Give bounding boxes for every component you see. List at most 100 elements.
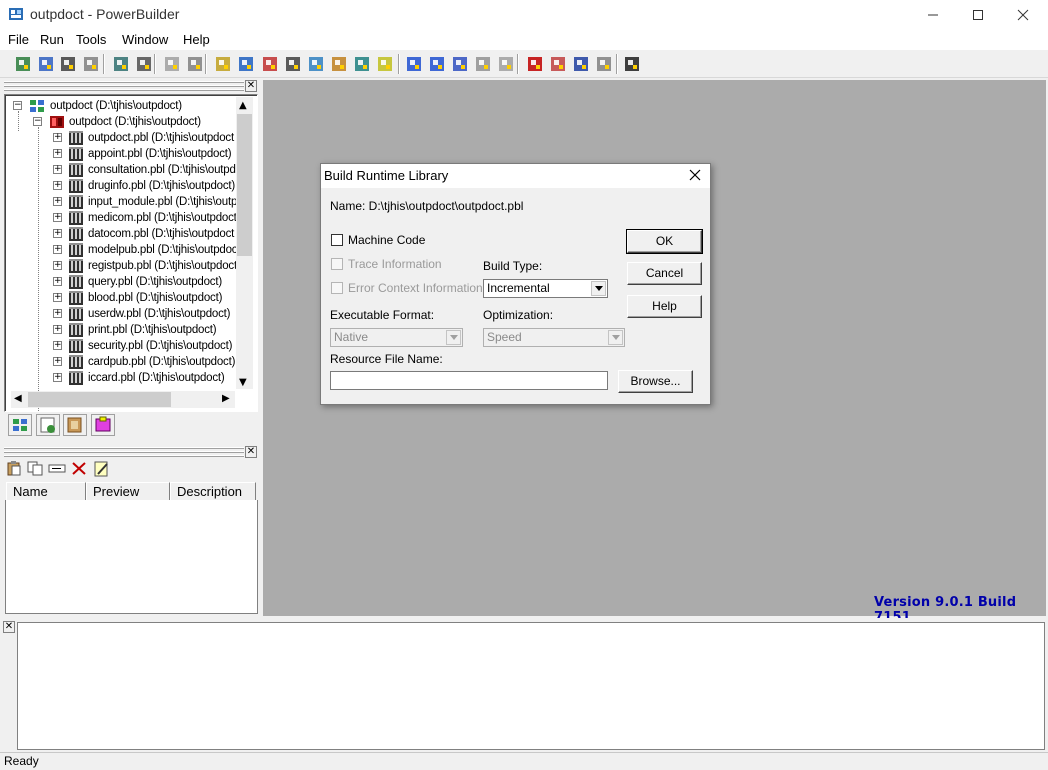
menu-file[interactable]: File [8,32,29,47]
menu-run[interactable]: Run [40,32,64,47]
tree-item-library[interactable]: modelpub.pbl (D:\tjhis\outpdoc [88,242,238,258]
column-header-name[interactable]: Name [6,482,86,501]
edit-icon[interactable] [374,53,396,75]
menu-tools[interactable]: Tools [76,32,106,47]
minimize-button[interactable] [910,0,956,30]
deploy-icon[interactable] [426,53,448,75]
edit-icon[interactable] [92,460,110,477]
tree-item-library[interactable]: cardpub.pbl (D:\tjhis\outpdoct) [88,354,235,370]
tree-item-library[interactable]: query.pbl (D:\tjhis\outpdoct) [88,274,222,290]
library-expander[interactable]: + [53,197,62,206]
library-expander[interactable]: + [53,373,62,382]
tree-item-library[interactable]: appoint.pbl (D:\tjhis\outpdoct) [88,146,232,162]
library-expander[interactable]: + [53,149,62,158]
tree-item-library[interactable]: security.pbl (D:\tjhis\outpdoct) [88,338,232,354]
exit-icon[interactable] [621,53,643,75]
tab-tree-view[interactable] [8,414,32,436]
tree-item-library[interactable]: datocom.pbl (D:\tjhis\outpdoct [88,226,234,242]
browser-icon[interactable] [80,53,102,75]
library-expander[interactable]: + [53,277,62,286]
maximize-button[interactable] [955,0,1001,30]
column-header-preview[interactable]: Preview [86,482,170,501]
object-list[interactable] [5,500,258,614]
tree-item-workspace[interactable]: outpdoct (D:\tjhis\outpdoct) [50,98,182,114]
library-expander[interactable]: + [53,133,62,142]
help-button[interactable]: Help [627,295,702,318]
build-type-select[interactable]: Incremental [483,279,608,298]
library-expander[interactable]: + [53,229,62,238]
library-expander[interactable]: + [53,165,62,174]
copy-icon[interactable] [26,460,44,477]
library-expander[interactable]: + [53,181,62,190]
stop-icon[interactable] [524,53,546,75]
database-icon[interactable] [282,53,304,75]
library-expander[interactable]: + [53,293,62,302]
pipeline-icon[interactable] [305,53,327,75]
close-button[interactable] [1000,0,1046,30]
tree-item-library[interactable]: blood.pbl (D:\tjhis\outpdoct) [88,290,222,306]
script-icon[interactable] [235,53,257,75]
library-expander[interactable]: + [53,261,62,270]
trace-information-checkbox[interactable] [331,258,343,270]
tree-item-library[interactable]: druginfo.pbl (D:\tjhis\outpdoct) [88,178,235,194]
tree-item-library[interactable]: consultation.pbl (D:\tjhis\outpd [88,162,236,178]
error-context-label[interactable]: Error Context Information [348,281,483,295]
column-header-description[interactable]: Description [170,482,256,501]
tree-vertical-scroll-thumb[interactable] [237,114,252,256]
layout-icon-1[interactable] [110,53,132,75]
migrate-icon[interactable] [449,53,471,75]
output-pane[interactable] [17,622,1045,750]
library-expander[interactable]: + [53,245,62,254]
output-close-button[interactable]: ✕ [3,621,15,633]
scroll-left-icon[interactable]: ◀ [14,393,22,404]
tree-item-library[interactable]: userdw.pbl (D:\tjhis\outpdoct) [88,306,230,322]
library-expander[interactable]: + [53,357,62,366]
ok-button[interactable]: OK [626,229,703,254]
paste-icon[interactable] [5,460,23,477]
dialog-close-button[interactable] [686,166,704,184]
open-icon[interactable] [57,53,79,75]
inherit-icon[interactable] [35,53,57,75]
tree-item-library[interactable]: medicom.pbl (D:\tjhis\outpdoct [88,210,237,226]
tree-item-library[interactable]: iccard.pbl (D:\tjhis\outpdoct) [88,370,225,386]
layout-icon-2[interactable] [133,53,155,75]
export-icon[interactable] [184,53,206,75]
menu-help[interactable]: Help [183,32,210,47]
rebuild-icon[interactable] [495,53,517,75]
runner-icon[interactable] [570,53,592,75]
target-expander[interactable]: − [33,117,42,126]
tab-list-view[interactable] [36,414,60,436]
run-icon[interactable] [547,53,569,75]
library-icon[interactable] [212,53,234,75]
build-icon[interactable] [403,53,425,75]
executable-format-select[interactable]: Native [330,328,463,347]
import-icon[interactable] [161,53,183,75]
cancel-button[interactable]: Cancel [627,262,702,285]
library-expander[interactable]: + [53,213,62,222]
scroll-up-icon[interactable]: ▲ [239,100,247,111]
tree-item-target[interactable]: outpdoct (D:\tjhis\outpdoct) [69,114,201,130]
library-expander[interactable]: + [53,309,62,318]
tree-horizontal-scroll-thumb[interactable] [28,392,171,407]
scroll-right-icon[interactable]: ▶ [222,393,230,404]
list-panel-close-button[interactable]: ✕ [245,446,257,458]
new-icon[interactable] [12,53,34,75]
tab-component-view[interactable] [91,414,115,436]
tree-panel-grip[interactable] [4,81,244,93]
rename-icon[interactable] [48,460,66,477]
library-expander[interactable]: + [53,325,62,334]
machine-code-label[interactable]: Machine Code [348,233,425,247]
table-icon[interactable] [351,53,373,75]
resource-file-input[interactable] [330,371,608,390]
library-expander[interactable]: + [53,341,62,350]
tools-icon[interactable] [593,53,615,75]
tree-panel-close-button[interactable]: ✕ [245,80,257,92]
trace-information-label[interactable]: Trace Information [348,257,442,271]
query-icon[interactable] [328,53,350,75]
tab-clip-view[interactable] [63,414,87,436]
tree-item-library[interactable]: outpdoct.pbl (D:\tjhis\outpdoct [88,130,234,146]
error-context-checkbox[interactable] [331,282,343,294]
tree-item-library[interactable]: print.pbl (D:\tjhis\outpdoct) [88,322,217,338]
menu-window[interactable]: Window [122,32,168,47]
scroll-down-icon[interactable]: ▼ [239,377,247,388]
